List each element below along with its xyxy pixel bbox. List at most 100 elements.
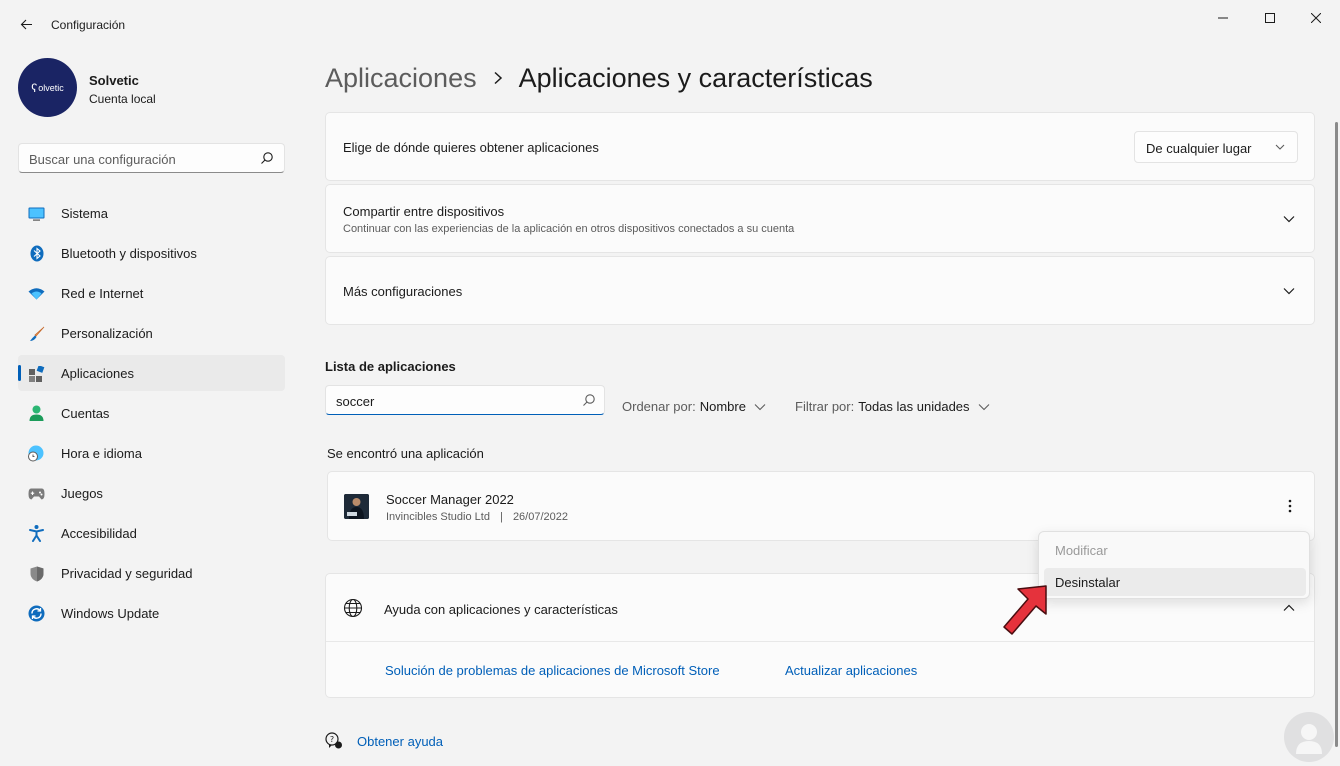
settings-search-input[interactable]: Buscar una configuración	[18, 143, 285, 173]
get-help-link-row[interactable]: ? Obtener ayuda	[325, 732, 443, 750]
chevron-down-icon[interactable]	[1282, 212, 1296, 226]
sidebar-item-red[interactable]: Red e Internet	[18, 275, 285, 311]
filter-label: Filtrar por:	[795, 399, 855, 414]
page-title: Aplicaciones y características	[518, 62, 873, 93]
scrollbar[interactable]	[1335, 122, 1338, 747]
user-profile[interactable]: ʕ olvetic Solvetic Cuenta local	[18, 58, 288, 118]
app-name: Soccer Manager 2022	[386, 492, 514, 507]
share-devices-setting[interactable]: Compartir entre dispositivos Continuar c…	[325, 184, 1315, 253]
sidebar-item-label: Bluetooth y dispositivos	[61, 245, 197, 261]
window-title: Configuración	[51, 18, 126, 32]
help-section-title: Ayuda con aplicaciones y características	[384, 602, 618, 617]
troubleshoot-store-apps-link[interactable]: Solución de problemas de aplicaciones de…	[385, 663, 720, 678]
person-icon	[28, 405, 45, 422]
chevron-right-icon	[493, 71, 503, 85]
search-placeholder: Buscar una configuración	[29, 152, 176, 167]
avatar-text: olvetic	[38, 82, 64, 93]
sidebar-item-juegos[interactable]: Juegos	[18, 475, 285, 511]
globe-icon	[343, 598, 363, 618]
accessibility-icon	[28, 525, 45, 542]
app-search-input[interactable]: soccer	[325, 385, 605, 415]
update-apps-link[interactable]: Actualizar aplicaciones	[785, 663, 917, 678]
sidebar-item-label: Aplicaciones	[61, 365, 134, 381]
sidebar-item-privacidad[interactable]: Privacidad y seguridad	[18, 555, 285, 591]
bluetooth-icon	[28, 245, 45, 262]
shield-icon	[28, 565, 45, 582]
app-install-date: 26/07/2022	[512, 511, 568, 523]
sidebar-item-label: Sistema	[61, 205, 108, 221]
sidebar-item-label: Privacidad y seguridad	[61, 565, 193, 581]
update-icon	[28, 605, 45, 622]
sort-value: Nombre	[699, 399, 746, 414]
chevron-down-icon	[754, 403, 766, 410]
sidebar-item-sistema[interactable]: Sistema	[18, 195, 285, 231]
search-icon	[583, 394, 595, 406]
maximize-icon	[1265, 13, 1275, 23]
app-list-title: Lista de aplicaciones	[325, 359, 456, 374]
sidebar-item-cuentas[interactable]: Cuentas	[18, 395, 285, 431]
meta-separator: |	[500, 511, 503, 523]
sidebar-item-windows-update[interactable]: Windows Update	[18, 595, 285, 631]
chevron-down-icon	[1275, 144, 1285, 150]
minimize-icon	[1218, 17, 1228, 19]
filter-dropdown[interactable]: Filtrar por: Todas las unidades	[795, 399, 990, 414]
share-devices-description: Continuar con las experiencias de la apl…	[343, 223, 795, 235]
avatar: ʕ olvetic	[18, 58, 77, 117]
back-button[interactable]	[14, 12, 38, 36]
chevron-up-icon[interactable]	[1282, 601, 1296, 615]
back-arrow-icon	[20, 19, 32, 29]
sidebar-item-label: Juegos	[61, 485, 103, 501]
monitor-icon	[28, 205, 45, 222]
app-icon	[344, 494, 369, 519]
wifi-icon	[28, 285, 45, 302]
close-button[interactable]	[1293, 6, 1339, 30]
chevron-down-icon[interactable]	[1282, 284, 1296, 298]
profile-name: Solvetic	[89, 73, 139, 88]
apps-icon	[28, 365, 45, 382]
sidebar-item-label: Windows Update	[61, 605, 160, 621]
app-meta: Invincibles Studio Ltd | 26/07/2022	[386, 511, 568, 523]
gamepad-icon	[28, 485, 45, 502]
close-icon	[1311, 13, 1321, 23]
sidebar-item-bluetooth[interactable]: Bluetooth y dispositivos	[18, 235, 285, 271]
app-context-menu: Modificar Desinstalar	[1038, 531, 1310, 599]
minimize-button[interactable]	[1200, 6, 1246, 30]
sort-label: Ordenar por:	[622, 399, 696, 414]
app-source-dropdown[interactable]: De cualquier lugar	[1134, 131, 1298, 163]
sidebar-item-aplicaciones[interactable]: Aplicaciones	[18, 355, 285, 391]
result-count: Se encontró una aplicación	[327, 446, 484, 461]
menu-item-uninstall[interactable]: Desinstalar	[1044, 568, 1306, 596]
app-publisher: Invincibles Studio Ltd	[386, 511, 490, 523]
title-bar: Configuración	[0, 0, 1340, 50]
app-search-value: soccer	[336, 394, 375, 409]
sidebar-item-label: Hora e idioma	[61, 445, 142, 461]
maximize-button[interactable]	[1247, 6, 1293, 30]
sidebar-nav: Sistema Bluetooth y dispositivos Red e I…	[18, 195, 285, 635]
annotation-arrow-icon	[1003, 585, 1047, 635]
app-source-value: De cualquier lugar	[1146, 141, 1252, 156]
app-source-setting: Elige de dónde quieres obtener aplicacio…	[325, 112, 1315, 181]
more-options-button[interactable]	[1280, 496, 1300, 516]
sidebar-item-hora[interactable]: Hora e idioma	[18, 435, 285, 471]
sort-dropdown[interactable]: Ordenar por: Nombre	[622, 399, 766, 414]
brush-icon	[28, 325, 45, 342]
breadcrumb-parent[interactable]: Aplicaciones	[325, 63, 477, 94]
chevron-down-icon	[978, 403, 989, 410]
avatar-logo-icon: ʕ	[31, 80, 38, 95]
menu-item-modify: Modificar	[1055, 542, 1108, 558]
profile-account-type: Cuenta local	[89, 92, 156, 106]
share-devices-label: Compartir entre dispositivos	[343, 204, 505, 219]
svg-text:?: ?	[330, 735, 334, 744]
search-icon	[261, 152, 273, 164]
more-settings[interactable]: Más configuraciones	[325, 256, 1315, 325]
sidebar-item-personalizacion[interactable]: Personalización	[18, 315, 285, 351]
more-vertical-icon	[1288, 499, 1292, 513]
sidebar-item-label: Accesibilidad	[61, 525, 137, 541]
globe-clock-icon	[28, 445, 45, 462]
more-settings-label: Más configuraciones	[343, 284, 463, 299]
sidebar-item-accesibilidad[interactable]: Accesibilidad	[18, 515, 285, 551]
get-help-link[interactable]: Obtener ayuda	[357, 734, 443, 749]
help-chat-icon: ?	[325, 732, 342, 749]
sidebar-item-label: Cuentas	[61, 405, 110, 421]
watermark-logo-icon	[1284, 712, 1334, 762]
